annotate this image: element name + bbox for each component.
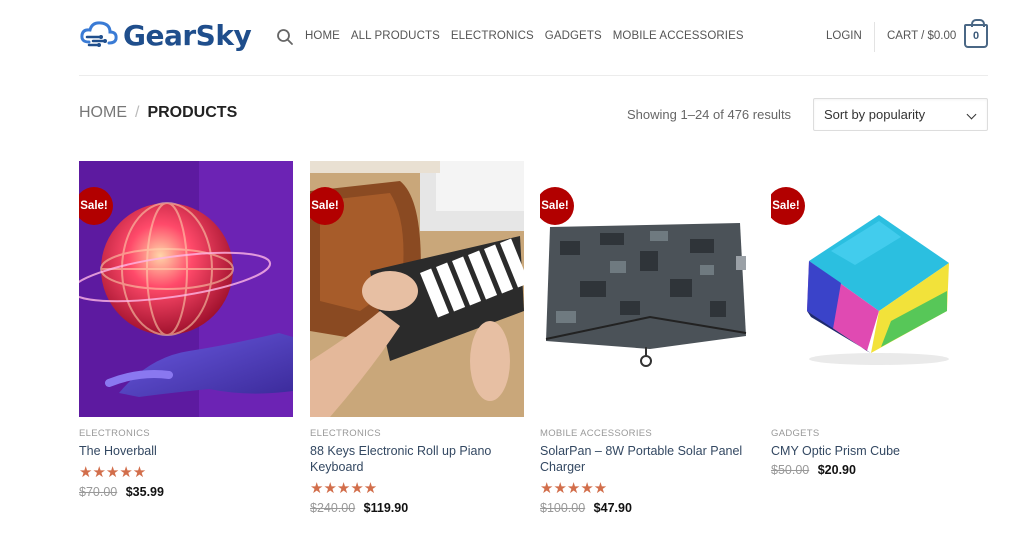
- sale-price: $35.99: [125, 485, 164, 499]
- product-card: Sale! MOBILE ACCESSORIES SolarPan – 8W P…: [540, 161, 754, 515]
- sort-select[interactable]: Sort by popularity: [813, 98, 988, 131]
- product-category[interactable]: GADGETS: [771, 428, 985, 439]
- product-card: Sale! GADGETS CMY Optic Prism Cube $50.0…: [771, 161, 985, 477]
- product-title[interactable]: CMY Optic Prism Cube: [771, 443, 985, 459]
- product-price: $240.00 $119.90: [310, 501, 524, 515]
- header-divider-line: [79, 75, 988, 76]
- star-rating: ★★★★★: [540, 480, 608, 497]
- nav-gadgets[interactable]: Gadgets: [545, 30, 602, 42]
- cart-link[interactable]: CART / $0.00: [887, 30, 956, 42]
- nav-electronics[interactable]: Electronics: [451, 30, 534, 42]
- header-divider: [874, 22, 875, 52]
- breadcrumb: HOME / PRODUCTS: [79, 104, 237, 122]
- nav-home[interactable]: Home: [305, 30, 340, 42]
- product-price: $50.00 $20.90: [771, 463, 985, 477]
- breadcrumb-current: PRODUCTS: [147, 104, 238, 121]
- site-header: GearSky Home All Products Electronics Ga…: [0, 0, 1024, 76]
- brand-name: GearSky: [123, 18, 252, 52]
- product-image[interactable]: Sale!: [540, 161, 754, 417]
- old-price: $100.00: [540, 501, 586, 515]
- sort-selected-label: Sort by popularity: [824, 107, 926, 122]
- nav-mobile-accessories[interactable]: Mobile Accessories: [613, 30, 744, 42]
- product-title[interactable]: 88 Keys Electronic Roll up Piano Keyboar…: [310, 443, 524, 475]
- old-price: $70.00: [79, 485, 118, 499]
- sale-price: $119.90: [363, 501, 409, 515]
- cart-count-badge[interactable]: 0: [964, 19, 988, 48]
- cloud-logo-icon: [80, 21, 118, 47]
- product-title[interactable]: The Hoverball: [79, 443, 293, 459]
- star-rating: ★★★★★: [310, 480, 378, 497]
- product-image[interactable]: Sale!: [771, 161, 985, 417]
- product-category[interactable]: ELECTRONICS: [79, 428, 293, 439]
- product-card: Sale! ELECTRONICS 88 Keys Electronic Rol…: [310, 161, 524, 515]
- main-nav: Home All Products Electronics Gadgets Mo…: [305, 30, 755, 42]
- product-category[interactable]: MOBILE ACCESSORIES: [540, 428, 754, 439]
- breadcrumb-home[interactable]: HOME: [79, 104, 127, 122]
- result-count: Showing 1–24 of 476 results: [627, 107, 792, 122]
- product-category[interactable]: ELECTRONICS: [310, 428, 524, 439]
- old-price: $50.00: [771, 463, 810, 477]
- sale-price: $20.90: [817, 463, 856, 477]
- search-icon[interactable]: [276, 28, 294, 46]
- product-card: Sale! ELECTRONICS The Hoverball ★★★★★ $7…: [79, 161, 293, 499]
- login-link[interactable]: LOGIN: [826, 30, 862, 42]
- product-image[interactable]: Sale!: [310, 161, 524, 417]
- product-price: $70.00 $35.99: [79, 485, 293, 499]
- product-title[interactable]: SolarPan – 8W Portable Solar Panel Charg…: [540, 443, 754, 475]
- chevron-down-icon: [966, 109, 977, 120]
- product-image[interactable]: Sale!: [79, 161, 293, 417]
- site-logo[interactable]: GearSky: [79, 15, 252, 55]
- product-price: $100.00 $47.90: [540, 501, 754, 515]
- sale-price: $47.90: [593, 501, 632, 515]
- old-price: $240.00: [310, 501, 356, 515]
- nav-all-products[interactable]: All Products: [351, 30, 440, 42]
- breadcrumb-separator: /: [135, 104, 140, 121]
- star-rating: ★★★★★: [79, 464, 147, 481]
